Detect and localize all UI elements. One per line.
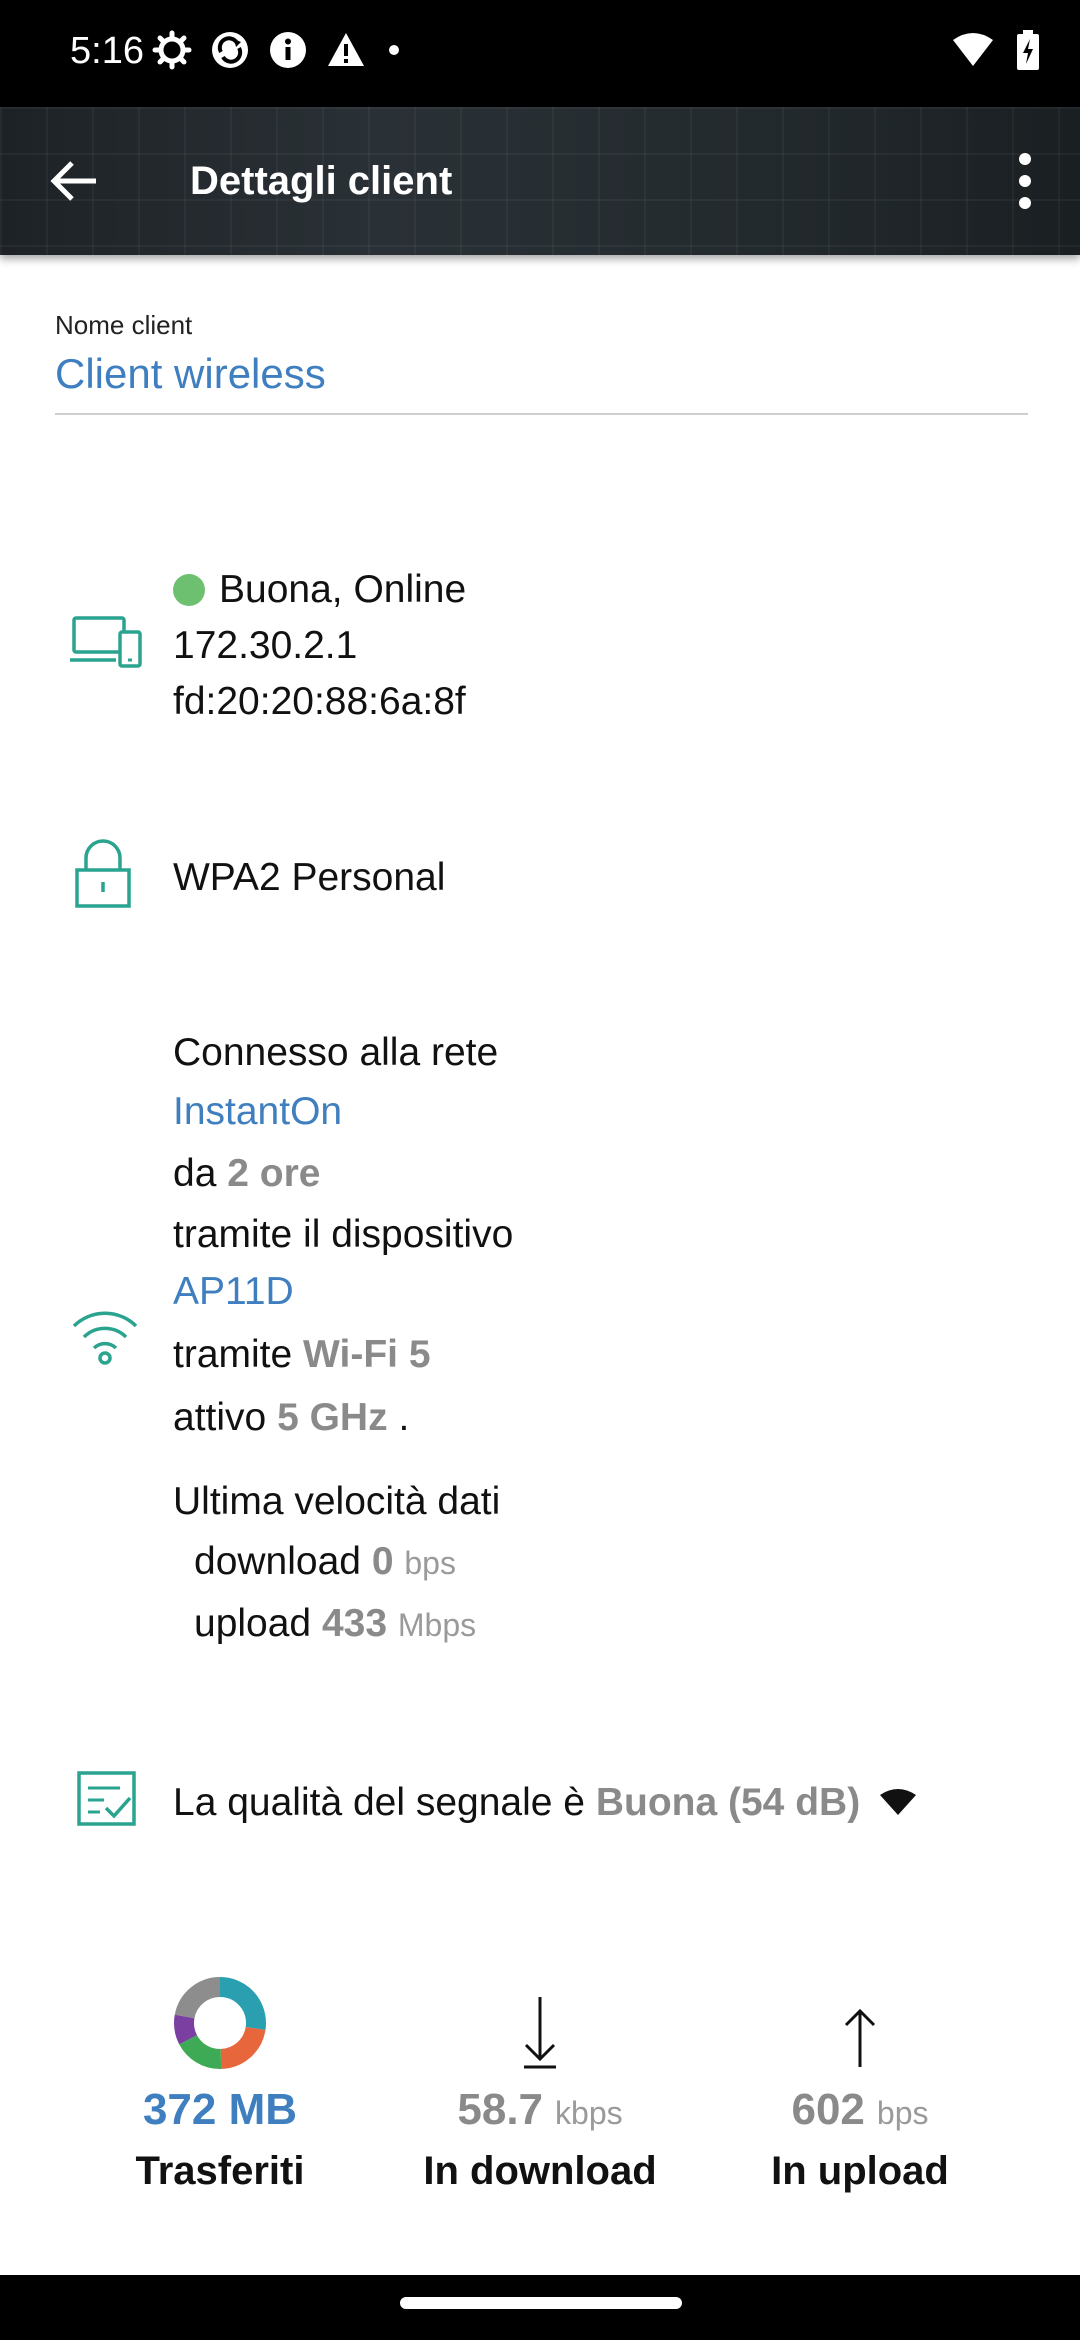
via-value: Wi-Fi 5 xyxy=(303,1333,431,1376)
signal-value: Buona (54 dB) xyxy=(595,1781,861,1824)
client-name-label: Nome client xyxy=(55,310,193,340)
security-type: WPA2 Personal xyxy=(173,856,446,899)
download-value: 0 xyxy=(371,1540,394,1583)
client-name-field[interactable]: Client wireless xyxy=(55,350,326,398)
online-dot xyxy=(173,574,205,606)
sync-icon xyxy=(212,32,248,68)
download-rate: 58.7 kbps xyxy=(380,2085,700,2135)
download-rate-unit: kbps xyxy=(555,2095,623,2131)
status-icons-right xyxy=(952,30,1040,70)
wifi-signal-icon xyxy=(72,1311,138,1365)
upload-rate-unit: bps xyxy=(876,2095,929,2131)
app-bar-pattern xyxy=(0,107,1080,255)
signal-prefix: La qualità del segnale è xyxy=(173,1781,585,1824)
download-rate-value: 58.7 xyxy=(457,2085,544,2134)
transferred-value: 372 MB xyxy=(142,2085,298,2134)
upload-unit: Mbps xyxy=(397,1607,477,1643)
home-gesture-handle[interactable] xyxy=(400,2297,682,2309)
wifi-icon xyxy=(953,33,993,66)
upload-rate: 602 bps xyxy=(700,2085,1020,2135)
via-standard: tramite Wi-Fi 5 xyxy=(173,1333,431,1377)
warning-icon xyxy=(328,33,364,66)
band-prefix: attivo xyxy=(173,1396,267,1439)
donut-chart-icon xyxy=(174,1977,266,2069)
notification-dot-icon xyxy=(389,45,399,55)
ipv6-address: fd:20:20:88:6a:8f xyxy=(173,680,466,723)
since-prefix: da xyxy=(173,1152,217,1195)
network-link[interactable]: InstantOn xyxy=(173,1090,342,1134)
download-label: download xyxy=(194,1540,361,1583)
download-unit: bps xyxy=(404,1545,456,1581)
active-band: attivo 5 GHz . xyxy=(173,1396,409,1440)
speed-title: Ultima velocità dati xyxy=(173,1480,501,1523)
band-suffix: . xyxy=(398,1396,410,1439)
upload-value: 433 xyxy=(321,1602,388,1645)
checklist-icon xyxy=(77,1771,136,1826)
status-icons-left xyxy=(152,30,404,70)
upload-rate-value: 602 xyxy=(791,2085,865,2134)
stat-download[interactable]: 58.7 kbps In download xyxy=(380,1975,700,2194)
upload-arrow-icon xyxy=(844,2008,876,2067)
upload-rate-label: In upload xyxy=(771,2149,949,2193)
signal-strength-icon xyxy=(880,1789,917,1815)
devices-icon xyxy=(70,616,142,668)
health-status: Buona, Online xyxy=(173,568,466,612)
transferred-label: Trasferiti xyxy=(135,2149,305,2193)
device-link[interactable]: AP11D xyxy=(173,1270,294,1314)
status-time: 5:16 xyxy=(70,30,144,72)
download-speed: download 0 bps xyxy=(194,1540,456,1584)
connected-since: da 2 ore xyxy=(173,1152,320,1196)
connected-to-network-text: Connesso alla rete xyxy=(173,1031,499,1074)
page-title: Dettagli client xyxy=(190,159,453,203)
gear-icon xyxy=(152,30,192,70)
download-rate-label: In download xyxy=(423,2149,657,2193)
download-arrow-icon xyxy=(524,1997,556,2069)
lock-icon xyxy=(75,839,131,908)
signal-quality: La qualità del segnale è Buona (54 dB) xyxy=(173,1781,917,1825)
upload-label: upload xyxy=(194,1602,312,1645)
device-prefix: tramite il dispositivo xyxy=(173,1213,514,1256)
upload-speed: upload 433 Mbps xyxy=(194,1602,476,1646)
stat-upload[interactable]: 602 bps In upload xyxy=(700,1975,1020,2194)
via-prefix: tramite xyxy=(173,1333,293,1376)
more-vert-icon[interactable] xyxy=(1010,151,1040,211)
navigation-bar xyxy=(0,2275,1080,2340)
app-bar: Dettagli client xyxy=(0,107,1080,255)
battery-icon xyxy=(1017,30,1039,70)
client-name-underline xyxy=(55,413,1028,415)
since-value: 2 ore xyxy=(227,1152,321,1195)
back-arrow-icon[interactable] xyxy=(46,153,102,209)
band-value: 5 GHz xyxy=(277,1396,388,1439)
health-text: Buona, Online xyxy=(219,568,467,611)
info-icon xyxy=(270,32,306,68)
status-bar: 5:16 xyxy=(0,0,1080,107)
ipv4-address: 172.30.2.1 xyxy=(173,624,358,667)
stat-transferred[interactable]: 372 MB Trasferiti xyxy=(60,1975,380,2194)
